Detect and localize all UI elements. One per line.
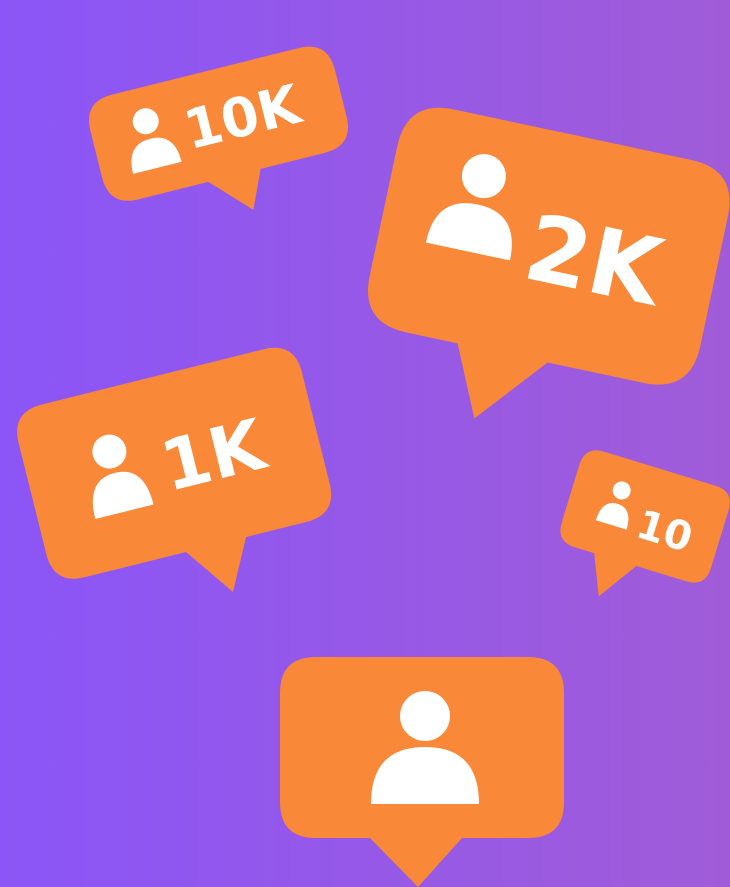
- background: 10K 2K 1K 10: [0, 0, 730, 887]
